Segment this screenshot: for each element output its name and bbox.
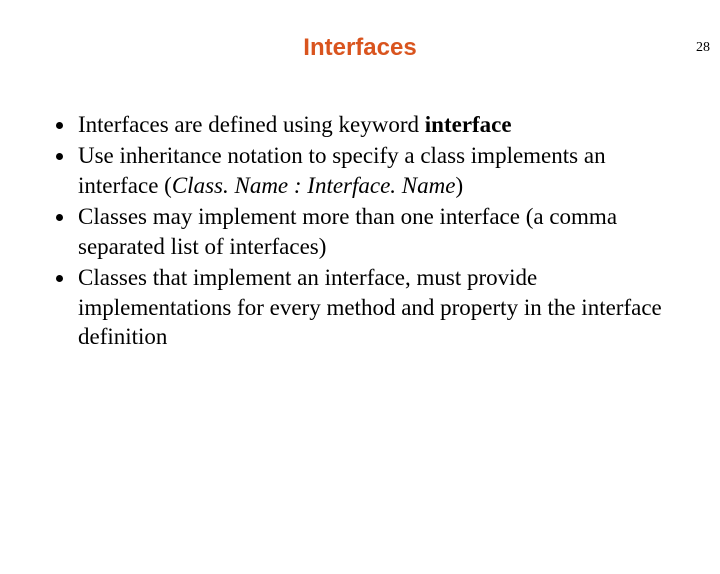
slide-title: Interfaces	[0, 34, 720, 62]
list-item: Classes may implement more than one inte…	[76, 202, 680, 261]
keyword-interface: interface	[425, 112, 512, 137]
list-item: Interfaces are defined using keyword int…	[76, 110, 680, 139]
list-item: Classes that implement an interface, mus…	[76, 263, 680, 351]
inheritance-notation-example: Class. Name : Interface. Name	[172, 173, 456, 198]
bullet-list: Interfaces are defined using keyword int…	[50, 110, 680, 352]
page-number: 28	[696, 40, 710, 56]
bullet-text: Interfaces are defined using keyword	[78, 112, 425, 137]
slide: 28 Interfaces Interfaces are defined usi…	[0, 34, 720, 574]
bullet-text-tail: )	[455, 173, 463, 198]
list-item: Use inheritance notation to specify a cl…	[76, 141, 680, 200]
